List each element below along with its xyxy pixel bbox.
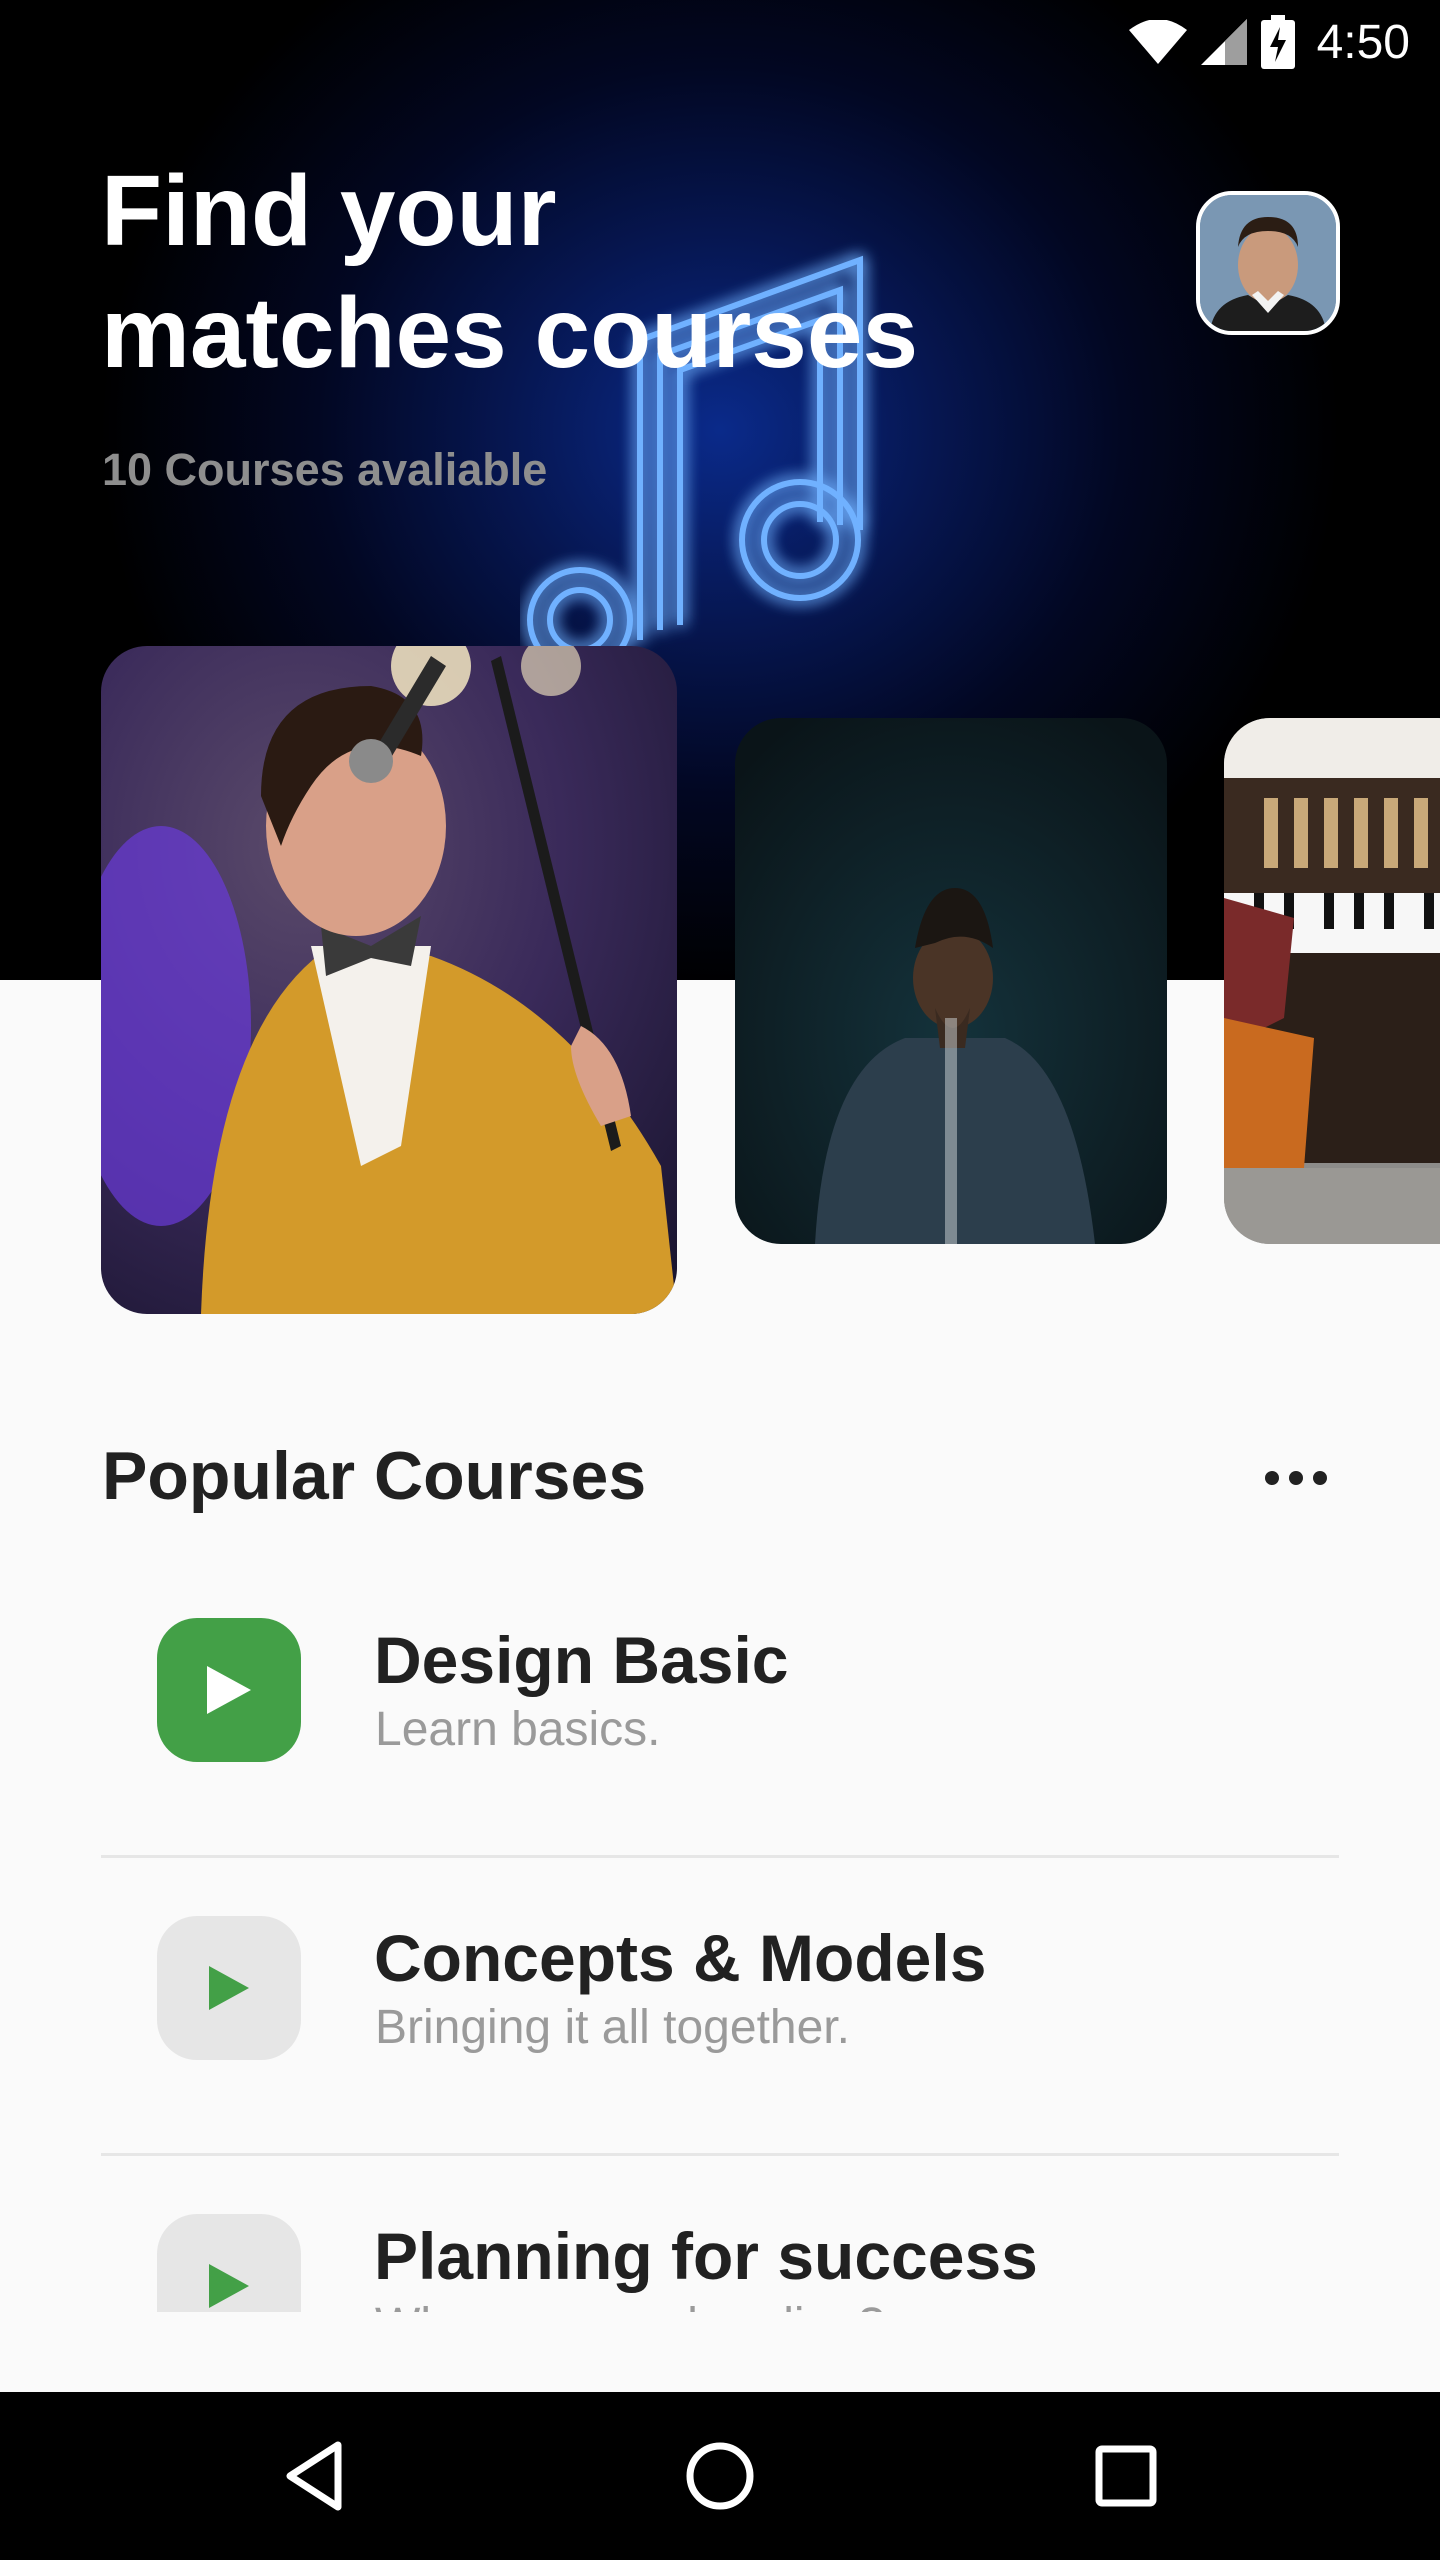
course-list: Design Basic Learn basics. Concepts & Mo…: [101, 1560, 1339, 2312]
course-subtitle: Where are we heading?: [375, 2298, 885, 2312]
navigation-bar: [0, 2392, 1440, 2560]
recents-icon: [1095, 2445, 1157, 2507]
wifi-icon: [1128, 20, 1187, 64]
more-options-button[interactable]: [1256, 1448, 1336, 1508]
course-card-piano[interactable]: [1224, 718, 1440, 1244]
course-card-singer[interactable]: [101, 646, 677, 1314]
play-button[interactable]: [157, 1916, 301, 2060]
singer-photo: [101, 646, 677, 1314]
section-title: Popular Courses: [102, 1438, 647, 1514]
more-horizontal-icon-dot: [1313, 1471, 1327, 1485]
play-icon: [207, 1666, 251, 1714]
page-title-line-1: Find your: [101, 155, 557, 267]
home-icon: [686, 2442, 754, 2510]
nav-recents-button[interactable]: [1080, 2430, 1172, 2522]
course-title: Design Basic: [374, 1623, 789, 1697]
course-title: Planning for success: [374, 2219, 1038, 2293]
signal-icon: [1200, 19, 1247, 65]
play-button[interactable]: [157, 1618, 301, 1762]
course-row[interactable]: Planning for success Where are we headin…: [101, 2156, 1339, 2312]
course-row[interactable]: Design Basic Learn basics.: [101, 1560, 1339, 1858]
avatar-photo: [1200, 195, 1336, 331]
course-card-rapper[interactable]: [735, 718, 1167, 1244]
avatar[interactable]: [1196, 191, 1340, 335]
status-time: 4:50: [1316, 15, 1410, 69]
rapper-photo: [735, 718, 1167, 1244]
piano-photo: [1224, 718, 1440, 1244]
course-subtitle: Learn basics.: [375, 1703, 661, 1756]
status-bar: 4:50: [0, 0, 1440, 84]
nav-back-button[interactable]: [268, 2430, 360, 2522]
course-title: Concepts & Models: [374, 1921, 987, 1995]
more-horizontal-icon-dot: [1289, 1471, 1303, 1485]
play-button[interactable]: [157, 2214, 301, 2312]
courses-count: 10 Courses avaliable: [102, 444, 548, 495]
back-icon: [286, 2441, 342, 2511]
page-title: Find your matches courses: [101, 150, 1001, 394]
more-horizontal-icon: [1265, 1471, 1279, 1485]
battery-charging-icon: [1260, 15, 1295, 69]
nav-home-button[interactable]: [674, 2430, 766, 2522]
play-icon: [209, 2264, 249, 2308]
page-title-line-2: matches courses: [101, 277, 919, 389]
course-row[interactable]: Concepts & Models Bringing it all togeth…: [101, 1858, 1339, 2156]
play-icon: [209, 1966, 249, 2010]
course-subtitle: Bringing it all together.: [375, 2001, 850, 2054]
